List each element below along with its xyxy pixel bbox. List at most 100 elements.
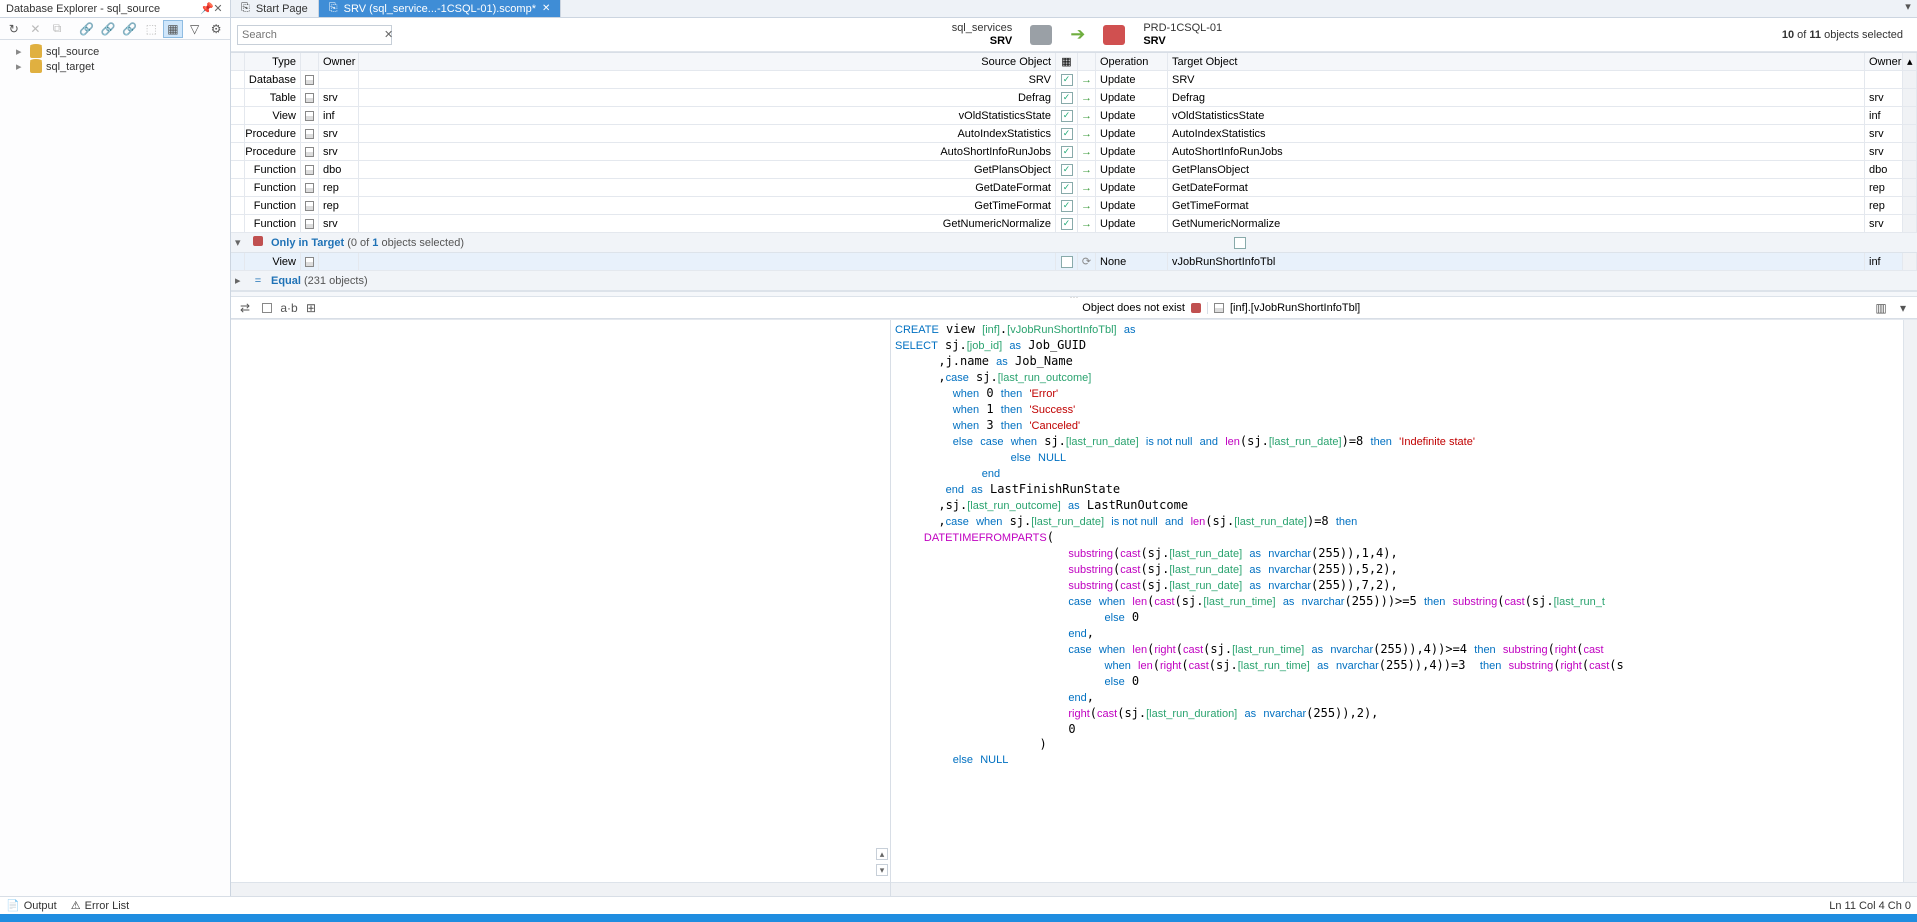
dropdown-icon[interactable]: ▾ <box>1893 299 1913 317</box>
tree-item[interactable]: ▸sql_source <box>2 44 228 59</box>
nav-up-icon[interactable]: ▴ <box>876 848 888 860</box>
row-checkbox[interactable] <box>1061 182 1073 194</box>
nav-down-icon[interactable]: ▾ <box>876 864 888 876</box>
error-list-tab[interactable]: ⚠ Error List <box>71 899 130 912</box>
numbers-icon[interactable] <box>257 299 277 317</box>
search-input[interactable] <box>242 29 384 41</box>
type-icon <box>305 165 314 175</box>
col-type[interactable]: Type <box>245 53 301 70</box>
settings-icon[interactable]: ⚙ <box>206 20 226 38</box>
selection-count: 10 of 11 objects selected <box>1782 29 1911 41</box>
type-icon <box>305 183 314 193</box>
only-target-row[interactable]: View ⟳ None vJobRunShortInfoTbl inf <box>231 253 1917 271</box>
row-checkbox[interactable] <box>1061 110 1073 122</box>
right-diff-title: [inf].[vJobRunShortInfoTbl] <box>1230 302 1360 314</box>
cursor-position: Ln 11 Col 4 Ch 0 <box>1829 900 1911 912</box>
row-operation[interactable]: Update <box>1096 161 1168 178</box>
col-target-owner[interactable]: Owner <box>1865 53 1903 70</box>
comparison-content: ✕ sql_services SRV ➔ PRD-1CSQL-01 SRV 10… <box>231 18 1917 896</box>
output-tab[interactable]: 📄 Output <box>6 899 57 912</box>
row-checkbox[interactable] <box>1061 146 1073 158</box>
highlight-toggle[interactable]: ▦ <box>163 20 183 38</box>
table-row[interactable]: Procedure srv AutoIndexStatistics → Upda… <box>231 125 1917 143</box>
row-operation[interactable]: Update <box>1096 125 1168 142</box>
right-vscrollbar[interactable] <box>1903 320 1917 882</box>
col-owner[interactable]: Owner <box>319 53 359 70</box>
group-icon: ⬚ <box>142 20 162 38</box>
table-row[interactable]: Function rep GetTimeFormat → Update GetT… <box>231 197 1917 215</box>
row-operation[interactable]: None <box>1096 253 1168 270</box>
row-operation[interactable]: Update <box>1096 71 1168 88</box>
table-row[interactable]: Procedure srv AutoShortInfoRunJobs → Upd… <box>231 143 1917 161</box>
row-operation[interactable]: Update <box>1096 197 1168 214</box>
tree-item[interactable]: ▸sql_target <box>2 59 228 74</box>
type-icon <box>305 111 314 121</box>
source-db-icon <box>1030 25 1052 45</box>
swap-icon[interactable]: ⇄ <box>235 299 255 317</box>
explorer-title: Database Explorer - sql_source <box>6 3 160 15</box>
table-row[interactable]: Function dbo GetPlansObject → Update Get… <box>231 161 1917 179</box>
row-operation[interactable]: Update <box>1096 143 1168 160</box>
doc-tab[interactable]: ⎘SRV (sql_service...-1CSQL-01).scomp*✕ <box>319 0 562 17</box>
filter-icon[interactable]: ▽ <box>185 20 205 38</box>
equal-icon: = <box>251 275 265 287</box>
table-row[interactable]: Function rep GetDateFormat → Update GetD… <box>231 179 1917 197</box>
tab-close-icon[interactable]: ✕ <box>542 3 550 14</box>
database-icon <box>30 61 42 73</box>
row-operation[interactable]: Update <box>1096 215 1168 232</box>
row-checkbox[interactable] <box>1061 218 1073 230</box>
pin-icon[interactable]: 📌 <box>200 2 212 15</box>
search-box[interactable]: ✕ <box>237 25 392 45</box>
col-target-object[interactable]: Target Object <box>1168 53 1865 70</box>
row-operation[interactable]: Update <box>1096 89 1168 106</box>
row-checkbox[interactable] <box>1061 92 1073 104</box>
table-row[interactable]: Database SRV → Update SRV <box>231 71 1917 89</box>
missing-db-icon <box>1191 303 1201 313</box>
row-checkbox[interactable] <box>1061 128 1073 140</box>
update-arrow-icon: → <box>1078 161 1096 178</box>
table-row[interactable]: Function srv GetNumericNormalize → Updat… <box>231 215 1917 233</box>
source-node: SRV <box>990 35 1012 47</box>
row-checkbox[interactable] <box>1061 200 1073 212</box>
source-info: sql_services SRV <box>952 22 1013 47</box>
left-code-editor[interactable] <box>231 320 890 882</box>
scroll-up-icon[interactable]: ▴ <box>1903 53 1917 70</box>
view-icon <box>305 257 314 267</box>
row-checkbox[interactable] <box>1061 256 1073 268</box>
whitespace-icon[interactable]: ⊞ <box>301 299 321 317</box>
refresh-icon[interactable]: ↻ <box>4 20 24 38</box>
row-operation[interactable]: Update <box>1096 179 1168 196</box>
only-in-target-section[interactable]: ▾ Only in Target (0 of 1 objects selecte… <box>231 233 1917 253</box>
collapse-icon[interactable]: ▾ <box>235 236 245 249</box>
col-source-object[interactable]: Source Object <box>359 53 1056 70</box>
row-checkbox[interactable] <box>1061 164 1073 176</box>
layout-icon[interactable]: ▥ <box>1871 299 1891 317</box>
table-row[interactable]: Table srv Defrag → Update Defrag srv <box>231 89 1917 107</box>
equal-section[interactable]: ▸ = Equal (231 objects) <box>231 271 1917 291</box>
explorer-toolbar: ↻ ✕ ⧉ 🔗 🔗 🔗 ⬚ ▦ ▽ ⚙ <box>0 18 230 40</box>
table-row[interactable]: View inf vOldStatisticsState → Update vO… <box>231 107 1917 125</box>
link3-icon: 🔗 <box>120 20 140 38</box>
type-icon <box>305 75 314 85</box>
expand-icon[interactable]: ▸ <box>235 274 245 287</box>
connection-summary: sql_services SRV ➔ PRD-1CSQL-01 SRV <box>402 22 1772 47</box>
target-name: PRD-1CSQL-01 <box>1143 22 1222 34</box>
right-code-editor[interactable]: CREATE view [inf].[vJobRunShortInfoTbl] … <box>891 320 1903 882</box>
left-hscrollbar[interactable] <box>231 882 890 896</box>
diff-toolbar: ⇄ a·b ⊞ Object does not exist [inf].[vJo… <box>231 297 1917 319</box>
right-hscrollbar[interactable] <box>891 882 1917 896</box>
doc-tab[interactable]: ⎘Start Page <box>231 0 319 17</box>
col-operation[interactable]: Operation <box>1096 53 1168 70</box>
type-icon <box>305 93 314 103</box>
only-target-checkbox[interactable] <box>1234 237 1246 249</box>
clear-search-icon[interactable]: ✕ <box>384 28 393 41</box>
col-checkbox-icon[interactable]: ▦ <box>1056 53 1078 70</box>
explorer-tab[interactable]: Database Explorer - sql_source 📌 ✕ <box>0 0 231 17</box>
tabs-dropdown-icon[interactable]: ▾ <box>1899 0 1917 17</box>
link1-icon: 🔗 <box>77 20 97 38</box>
footer-accent <box>0 914 1917 922</box>
case-icon[interactable]: a·b <box>279 299 299 317</box>
close-icon[interactable]: ✕ <box>212 2 224 15</box>
row-checkbox[interactable] <box>1061 74 1073 86</box>
row-operation[interactable]: Update <box>1096 107 1168 124</box>
